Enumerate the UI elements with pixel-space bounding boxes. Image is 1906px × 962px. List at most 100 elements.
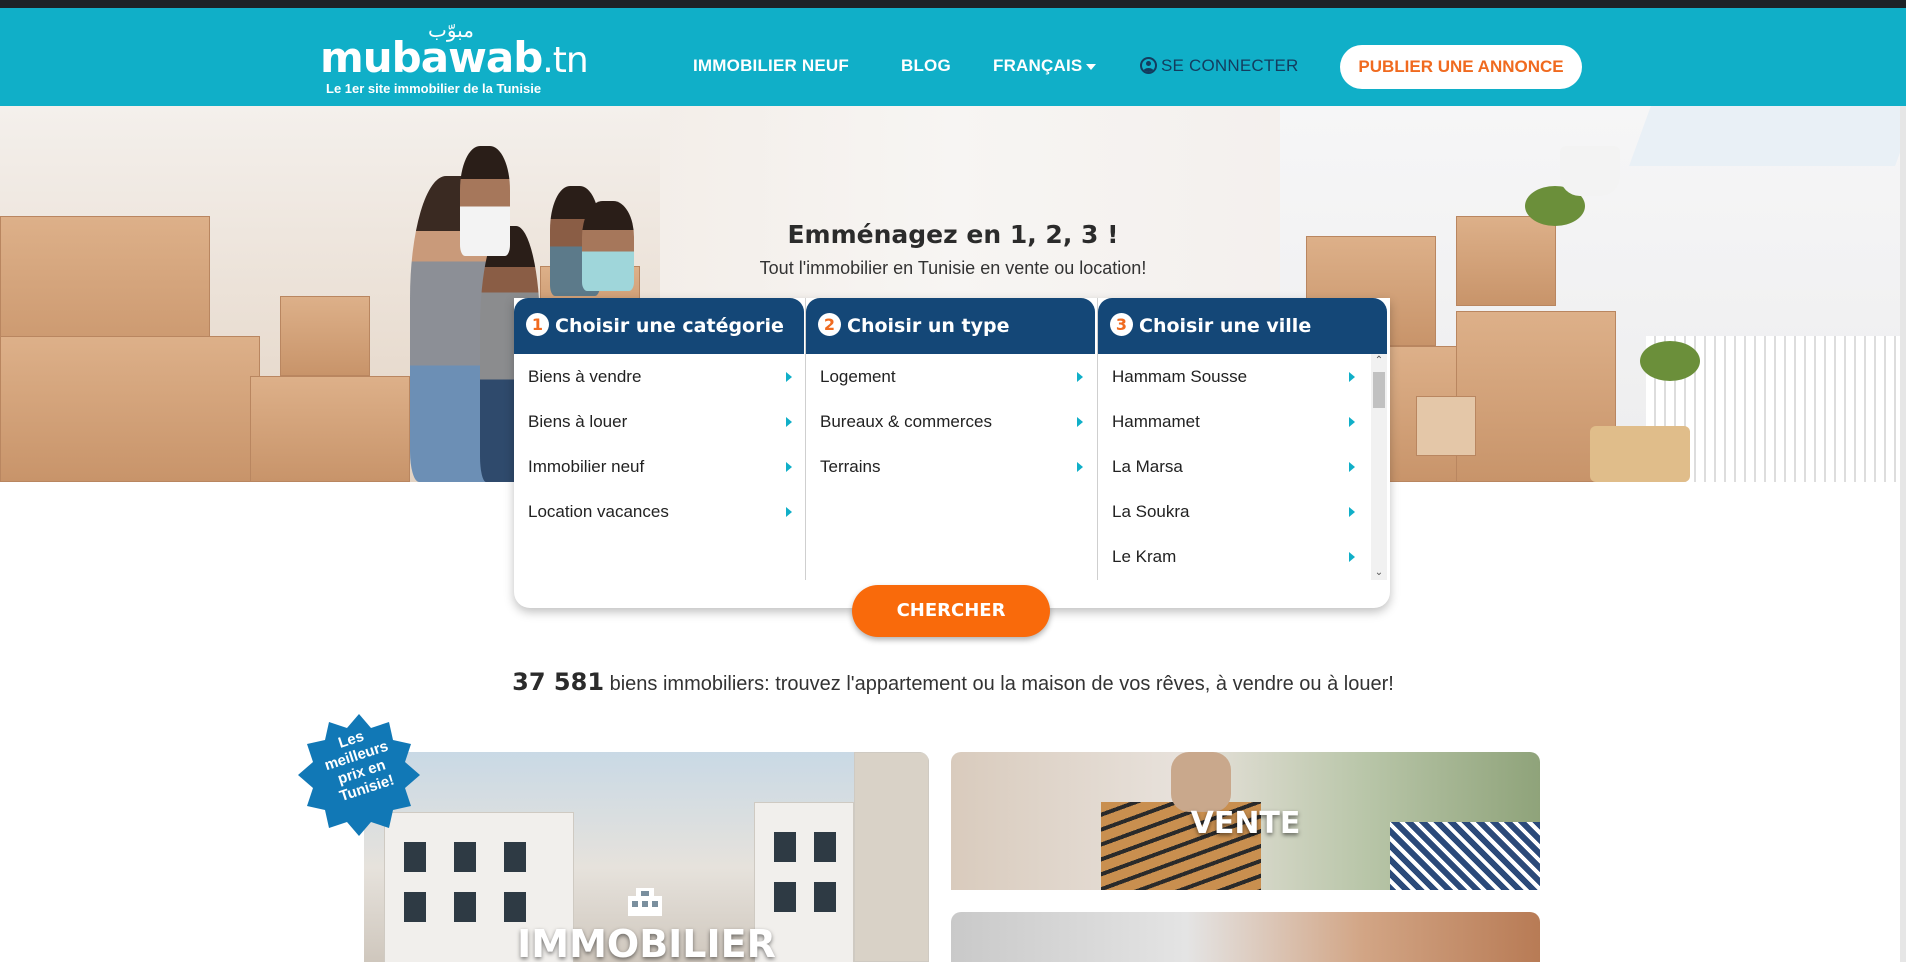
vente-card[interactable]: VENTE: [951, 752, 1540, 890]
category-item-label: Biens à vendre: [528, 367, 642, 386]
location-card[interactable]: [951, 912, 1540, 962]
category-item[interactable]: Location vacances: [514, 489, 804, 534]
city-item[interactable]: La Marsa: [1098, 444, 1387, 489]
hero-lamp: [1560, 146, 1620, 196]
hero-title: Emménagez en 1, 2, 3 !: [787, 220, 1119, 249]
scroll-thumb[interactable]: [1373, 372, 1385, 408]
caret-right-icon: [1077, 417, 1083, 427]
category-item-label: Immobilier neuf: [528, 457, 645, 476]
category-item-label: Location vacances: [528, 502, 669, 521]
caret-right-icon: [1349, 507, 1355, 517]
caret-right-icon: [1077, 372, 1083, 382]
category-column-title: Choisir une catégorie: [555, 315, 784, 337]
building-icon: [628, 888, 662, 916]
hero-plant: [1640, 341, 1700, 381]
language-label: FRANÇAIS: [993, 56, 1083, 75]
caret-right-icon: [1349, 552, 1355, 562]
publish-listing-button[interactable]: PUBLIER UNE ANNONCE: [1340, 45, 1582, 89]
step-number: 2: [818, 313, 841, 336]
caret-down-icon: [1086, 63, 1097, 70]
logo-word: mubawab: [320, 33, 543, 82]
city-column-title: Choisir une ville: [1139, 315, 1312, 337]
type-item-label: Bureaux & commerces: [820, 412, 992, 431]
hero-box: [1416, 396, 1476, 456]
city-item[interactable]: Hammamet: [1098, 399, 1387, 444]
nav-login[interactable]: SE CONNECTER: [1140, 56, 1298, 76]
chevron-up-icon[interactable]: ⌃: [1374, 356, 1384, 366]
city-list: Hammam Sousse Hammamet La Marsa La Soukr…: [1098, 354, 1387, 579]
chevron-down-icon[interactable]: ⌄: [1374, 568, 1384, 578]
caret-right-icon: [786, 417, 792, 427]
listing-count-line: 37 581 biens immobiliers: trouvez l'appa…: [0, 668, 1906, 696]
city-item-label: Hammam Sousse: [1112, 367, 1248, 386]
card-window: [454, 892, 476, 922]
hero-box: [280, 296, 370, 376]
card-window: [404, 842, 426, 872]
city-column: 3 Choisir une ville Hammam Sousse Hammame…: [1097, 298, 1387, 580]
category-item[interactable]: Biens à louer: [514, 399, 804, 444]
card-window: [504, 892, 526, 922]
logo-tagline: Le 1er site immobilier de la Tunisie: [326, 81, 542, 96]
type-item[interactable]: Terrains: [806, 444, 1095, 489]
site-header: مبوّب mubawab.tn Le 1er site immobilier …: [0, 8, 1906, 106]
type-column-header: 2 Choisir un type: [806, 298, 1095, 354]
category-item[interactable]: Immobilier neuf: [514, 444, 804, 489]
category-item-label: Biens à louer: [528, 412, 628, 431]
city-list-scrollbar[interactable]: ⌃ ⌄: [1371, 354, 1387, 580]
card-window: [814, 832, 836, 862]
city-item-label: Le Kram: [1112, 547, 1177, 566]
city-item-label: La Soukra: [1112, 502, 1190, 521]
city-item[interactable]: Le Kram: [1098, 534, 1387, 579]
type-item-label: Terrains: [820, 457, 881, 476]
listing-count-text: biens immobiliers: trouvez l'appartement…: [609, 673, 1394, 695]
step-number: 1: [526, 313, 549, 336]
category-item[interactable]: Biens à vendre: [514, 354, 804, 399]
listing-count: 37 581: [512, 668, 605, 696]
hero-skylight: [1629, 106, 1906, 166]
top-strip: [0, 0, 1906, 8]
card-window: [404, 892, 426, 922]
type-item[interactable]: Logement: [806, 354, 1095, 399]
caret-right-icon: [786, 462, 792, 472]
caret-right-icon: [1349, 372, 1355, 382]
immobilier-card-title: IMMOBILIER: [517, 922, 776, 962]
type-list: Logement Bureaux & commerces Terrains: [806, 354, 1095, 489]
vente-card-title: VENTE: [1190, 806, 1301, 841]
search-button[interactable]: CHERCHER: [852, 585, 1050, 637]
type-column: 2 Choisir un type Logement Bureaux & comm…: [805, 298, 1095, 580]
type-item-label: Logement: [820, 367, 896, 386]
card-window: [454, 842, 476, 872]
caret-right-icon: [1349, 462, 1355, 472]
category-column: 1 Choisir une catégorie Biens à vendre Bi…: [514, 298, 804, 580]
hero-box: [0, 336, 260, 482]
nav-immobilier-neuf[interactable]: IMMOBILIER NEUF: [693, 56, 849, 76]
card-window: [814, 882, 836, 912]
login-label: SE CONNECTER: [1161, 56, 1299, 75]
card-window: [504, 842, 526, 872]
caret-right-icon: [1349, 417, 1355, 427]
caret-right-icon: [786, 372, 792, 382]
type-item[interactable]: Bureaux & commerces: [806, 399, 1095, 444]
card-window: [774, 832, 796, 862]
step-number: 3: [1110, 313, 1133, 336]
category-list: Biens à vendre Biens à louer Immobilier …: [514, 354, 804, 534]
city-item[interactable]: La Soukra: [1098, 489, 1387, 534]
best-price-badge: Les meilleurs prix en Tunisie!: [296, 712, 422, 838]
card-window: [774, 882, 796, 912]
city-column-header: 3 Choisir une ville: [1098, 298, 1387, 354]
city-item-label: La Marsa: [1112, 457, 1183, 476]
immobilier-card[interactable]: IMMOBILIER: [364, 752, 929, 962]
city-item-label: Hammamet: [1112, 412, 1200, 431]
nav-blog[interactable]: BLOG: [901, 56, 951, 76]
site-logo[interactable]: مبوّب mubawab.tn Le 1er site immobilier …: [320, 18, 589, 98]
hero-box: [250, 376, 410, 482]
caret-right-icon: [786, 507, 792, 517]
nav-language-select[interactable]: FRANÇAIS: [993, 56, 1097, 76]
category-column-header: 1 Choisir une catégorie: [514, 298, 804, 354]
card-hand: [1171, 752, 1231, 812]
caret-right-icon: [1077, 462, 1083, 472]
hero-subtitle: Tout l'immobilier en Tunisie en vente ou…: [759, 258, 1147, 278]
page-scrollbar[interactable]: [1900, 106, 1906, 962]
city-item[interactable]: Hammam Sousse: [1098, 354, 1387, 399]
type-column-title: Choisir un type: [847, 315, 1010, 337]
